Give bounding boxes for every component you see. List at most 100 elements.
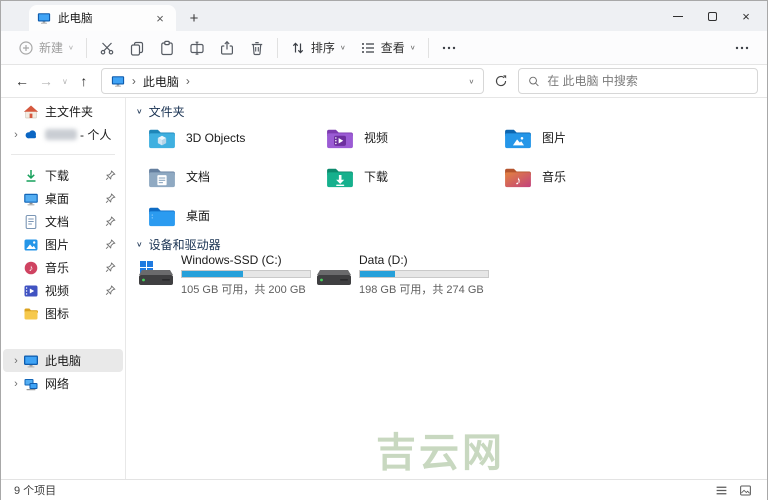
pin-icon (105, 216, 116, 227)
circle-plus-icon (19, 40, 33, 55)
folder-item-3d-objects[interactable]: 3D Objects (144, 121, 322, 155)
sidebar-item-downloads[interactable]: 下载 (3, 164, 123, 187)
sidebar-item-documents[interactable]: 文档 (3, 210, 123, 233)
view-button[interactable]: 查看 ∨ (353, 34, 423, 62)
breadcrumb[interactable]: › 此电脑 › ∨ (100, 68, 485, 94)
share-button[interactable] (212, 34, 242, 62)
large-icons-view-button[interactable] (736, 482, 754, 498)
watermark-text: 吉云网 (376, 431, 505, 475)
items-view: ∨ 文件夹 3D Objects 视频 图片 文档 下载 ♪ 音乐 桌面 ∨ 设… (126, 98, 767, 479)
address-dropdown-icon[interactable]: ∨ (469, 77, 475, 84)
sort-button[interactable]: 排序 ∨ (283, 34, 353, 62)
close-button[interactable]: × (729, 1, 763, 31)
up-button[interactable]: ↑ (72, 69, 96, 93)
drive-usage-fill (182, 271, 243, 277)
see-more-button[interactable] (434, 34, 464, 62)
redacted-account-name (45, 129, 77, 140)
folder-item-documents[interactable]: 文档 (144, 160, 322, 194)
maximize-button[interactable] (695, 1, 729, 31)
search-box[interactable] (518, 68, 759, 94)
sidebar-item-pictures[interactable]: 图片 (3, 233, 123, 256)
rename-button[interactable] (182, 34, 212, 62)
window-controls: × (661, 1, 763, 31)
tab-this-pc[interactable]: 此电脑 × (29, 5, 176, 31)
sidebar-item-label: 音乐 (45, 261, 70, 275)
back-button[interactable]: ← (10, 69, 34, 93)
yellow-folder-icon (24, 308, 38, 319)
share-icon (220, 40, 233, 55)
svg-text:♪: ♪ (29, 263, 34, 273)
drive-item-c[interactable]: Windows-SSD (C:) 105 GB 可用，共 200 GB (134, 250, 312, 300)
folder-item-videos[interactable]: 视频 (322, 121, 500, 155)
system-drive-icon (139, 261, 173, 285)
drive-usage-bar (359, 270, 489, 278)
recent-locations-chevron-icon[interactable]: ∨ (58, 69, 72, 93)
pin-icon (105, 239, 116, 250)
folder-item-music[interactable]: ♪ 音乐 (500, 160, 678, 194)
pin-icon (105, 170, 116, 181)
cut-button[interactable] (92, 34, 122, 62)
collapse-chevron-icon[interactable]: ∨ (136, 107, 143, 116)
folder-item-downloads[interactable]: 下载 (322, 160, 500, 194)
refresh-button[interactable] (489, 69, 513, 93)
music-icon: ♪ (24, 261, 38, 274)
sidebar-item-label: 下载 (45, 169, 70, 183)
forward-button[interactable]: → (34, 69, 58, 93)
sidebar-item-network[interactable]: › 网络 (3, 372, 123, 395)
chevron-down-icon: ∨ (409, 43, 416, 52)
details-view-button[interactable] (712, 482, 730, 498)
onedrive-cloud-icon (25, 129, 36, 138)
details-pane-more-button[interactable] (727, 34, 757, 62)
search-input[interactable] (547, 74, 749, 88)
tab-close-icon[interactable]: × (152, 10, 168, 26)
new-tab-button[interactable]: + (183, 7, 205, 29)
download-icon (26, 169, 36, 182)
sidebar-item-label: 此电脑 (45, 354, 82, 368)
minimize-button[interactable] (661, 1, 695, 31)
trash-icon (251, 41, 263, 55)
delete-button[interactable] (242, 34, 272, 62)
chevron-right-icon[interactable]: › (186, 74, 190, 88)
sidebar-item-icons-folder[interactable]: 图标 (3, 302, 123, 325)
folder-item-pictures[interactable]: 图片 (500, 121, 678, 155)
title-bar: 此电脑 × + × (1, 1, 767, 31)
drive-capacity-text: 105 GB 可用，共 200 GB (181, 284, 306, 296)
breadcrumb-this-pc[interactable]: 此电脑 (143, 73, 179, 90)
sidebar-item-home[interactable]: 主文件夹 (3, 100, 123, 123)
new-button[interactable]: 新建 ∨ (11, 34, 81, 62)
sidebar-item-label: 图片 (45, 238, 70, 252)
sidebar-item-label: 主文件夹 (45, 105, 94, 119)
sidebar-item-onedrive[interactable]: › - 个人 (3, 123, 123, 146)
drive-item-d[interactable]: Data (D:) 198 GB 可用，共 274 GB (312, 250, 490, 300)
copy-button[interactable] (122, 34, 152, 62)
folder-music-icon: ♪ (505, 168, 531, 187)
view-button-label: 查看 (380, 41, 405, 55)
network-icon (24, 378, 38, 390)
folder-name: 音乐 (542, 170, 567, 184)
video-icon (24, 285, 38, 296)
tab-title: 此电脑 (58, 13, 93, 25)
sidebar-item-music[interactable]: ♪ 音乐 (3, 256, 123, 279)
drives-row: Windows-SSD (C:) 105 GB 可用，共 200 GB Data… (134, 250, 490, 300)
expand-chevron-icon[interactable]: › (9, 129, 23, 141)
sidebar-item-this-pc[interactable]: › 此电脑 (3, 349, 123, 372)
sidebar-item-desktop[interactable]: 桌面 (3, 187, 123, 210)
expand-chevron-icon[interactable]: › (9, 378, 23, 390)
pin-icon (105, 285, 116, 296)
items-count: 9 个项目 (14, 485, 57, 497)
paste-button[interactable] (152, 34, 182, 62)
expand-chevron-icon[interactable]: › (9, 355, 23, 367)
drive-name: Data (D:) (359, 253, 408, 267)
folder-item-desktop[interactable]: 桌面 (144, 199, 322, 233)
details-view-icon (716, 486, 726, 494)
drive-name: Windows-SSD (C:) (181, 253, 282, 267)
status-bar: 9 个项目 (1, 479, 767, 500)
data-drive-icon (317, 270, 351, 285)
sidebar-item-videos[interactable]: 视频 (3, 279, 123, 302)
toolbar-separator (427, 37, 429, 58)
this-pc-icon (37, 13, 51, 24)
collapse-chevron-icon[interactable]: ∨ (136, 240, 143, 249)
ellipsis-icon (735, 46, 749, 49)
folder-pictures-icon (505, 129, 531, 148)
toolbar-separator (276, 37, 278, 58)
